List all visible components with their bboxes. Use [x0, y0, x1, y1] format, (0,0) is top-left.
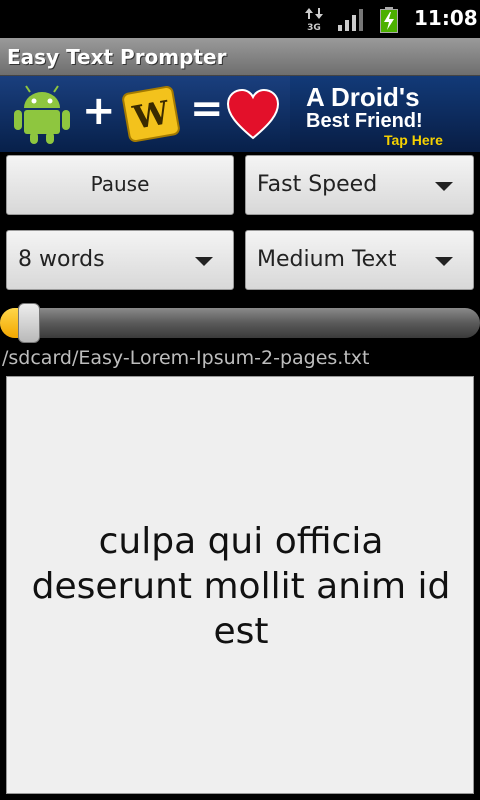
speed-spinner[interactable]: Fast Speed: [245, 155, 474, 215]
seekbar-track: [0, 308, 480, 338]
letter-tile-icon: W: [122, 86, 180, 142]
ad-headline: A Droid's: [306, 82, 420, 112]
ad-equals-sign: =: [190, 86, 224, 132]
heart-icon: [226, 88, 280, 140]
progress-seekbar[interactable]: [0, 303, 480, 343]
network-type-label: 3G: [307, 23, 321, 33]
title-bar: Easy Text Prompter: [0, 38, 480, 76]
pause-button-label: Pause: [90, 172, 150, 196]
status-bar: 3G 11:08: [0, 0, 480, 38]
status-clock: 11:08: [414, 6, 478, 30]
words-spinner-value: 8 words: [18, 247, 105, 272]
ad-tile-letter: W: [129, 93, 173, 137]
android-robot-icon: [14, 85, 70, 144]
app-title: Easy Text Prompter: [7, 45, 227, 69]
battery-charging-icon: [380, 7, 398, 33]
pause-button[interactable]: Pause: [6, 155, 234, 215]
dropdown-arrow-icon: [435, 182, 453, 191]
ad-cta[interactable]: Tap Here: [384, 132, 443, 148]
data-arrows-icon: 3G: [304, 8, 324, 33]
ad-banner[interactable]: + W = A Droid's Best Friend! Tap Here: [0, 76, 480, 152]
file-path: /sdcard/Easy-Lorem-Ipsum-2-pages.txt: [2, 347, 370, 369]
prompter-area: culpa qui officia deserunt mollit anim i…: [0, 376, 480, 800]
speed-spinner-value: Fast Speed: [257, 172, 378, 197]
dropdown-arrow-icon: [435, 257, 453, 266]
words-spinner[interactable]: 8 words: [6, 230, 234, 290]
signal-bars-icon: [338, 9, 363, 31]
ad-plus-sign: +: [82, 88, 116, 134]
seekbar-thumb[interactable]: [18, 303, 40, 343]
prompter-text: culpa qui officia deserunt mollit anim i…: [31, 521, 451, 652]
text-size-spinner[interactable]: Medium Text: [245, 230, 474, 290]
prompter-panel[interactable]: culpa qui officia deserunt mollit anim i…: [6, 376, 474, 794]
dropdown-arrow-icon: [195, 257, 213, 266]
ad-subheadline: Best Friend!: [306, 110, 423, 132]
text-size-spinner-value: Medium Text: [257, 247, 397, 272]
